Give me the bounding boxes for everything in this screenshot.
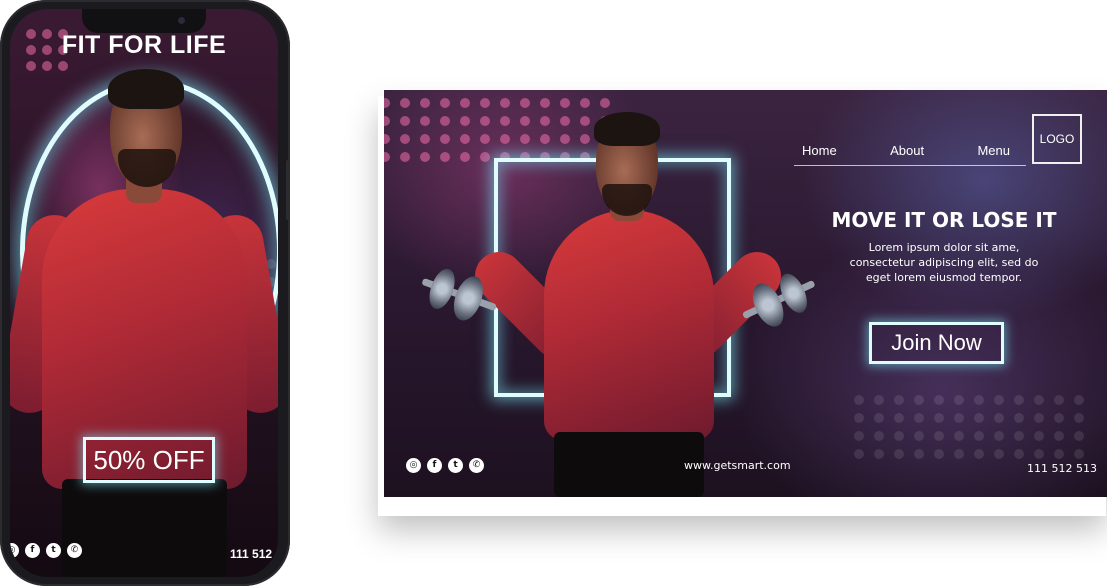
athlete-pants bbox=[62, 479, 227, 577]
phone-volume-button bbox=[0, 150, 2, 186]
phone-social-icons: ◎ f t ✆ bbox=[10, 543, 82, 558]
instagram-icon[interactable]: ◎ bbox=[406, 458, 421, 473]
whatsapp-icon[interactable]: ✆ bbox=[469, 458, 484, 473]
body-line: Lorem ipsum dolor sit ame, bbox=[868, 241, 1020, 254]
phone-title: FIT FOR LIFE bbox=[61, 31, 227, 59]
phone-notch bbox=[82, 9, 206, 33]
phone-contact-number: 111 512 bbox=[230, 547, 273, 561]
banner-social-icons: ◎ f t ✆ bbox=[406, 458, 484, 473]
facebook-icon[interactable]: f bbox=[427, 458, 442, 473]
athlete-shirt bbox=[544, 210, 714, 440]
web-banner: Home About Menu LOGO MOVE IT OR LOSE IT … bbox=[384, 90, 1107, 497]
banner-body-text: Lorem ipsum dolor sit ame, consectetur a… bbox=[804, 240, 1084, 285]
website-link[interactable]: www.getsmart.com bbox=[684, 459, 791, 472]
nav-item-about[interactable]: About bbox=[890, 143, 924, 158]
athlete-photo bbox=[404, 90, 824, 497]
athlete-hair bbox=[108, 69, 184, 109]
athlete-pants bbox=[554, 432, 704, 497]
body-line: consectetur adipiscing elit, sed do bbox=[849, 256, 1039, 269]
athlete-hair bbox=[594, 112, 660, 146]
athlete-photo bbox=[10, 9, 278, 577]
instagram-icon[interactable]: ◎ bbox=[10, 543, 19, 558]
nav-item-menu[interactable]: Menu bbox=[977, 143, 1010, 158]
join-now-button[interactable]: Join Now bbox=[869, 322, 1004, 364]
twitter-icon[interactable]: t bbox=[46, 543, 61, 558]
phone-mockup: FIT FOR LIFE 50% OFF ◎ f t ✆ 111 512 bbox=[0, 0, 290, 586]
decorative-dots-bottom-right bbox=[854, 395, 1084, 459]
nav-item-home[interactable]: Home bbox=[802, 143, 837, 158]
twitter-icon[interactable]: t bbox=[448, 458, 463, 473]
facebook-icon[interactable]: f bbox=[25, 543, 40, 558]
camera-icon bbox=[178, 17, 185, 24]
banner-nav: Home About Menu bbox=[794, 136, 1026, 166]
offer-badge[interactable]: 50% OFF bbox=[83, 437, 215, 483]
body-line: eget lorem eiusmod tempor. bbox=[865, 271, 1023, 284]
phone-screen: FIT FOR LIFE 50% OFF ◎ f t ✆ 111 512 bbox=[10, 9, 278, 577]
banner-contact-number: 111 512 513 bbox=[1027, 462, 1097, 475]
banner-headline: MOVE IT OR LOSE IT bbox=[831, 208, 1057, 232]
whatsapp-icon[interactable]: ✆ bbox=[67, 543, 82, 558]
logo[interactable]: LOGO bbox=[1032, 114, 1082, 164]
phone-power-button bbox=[286, 160, 290, 220]
